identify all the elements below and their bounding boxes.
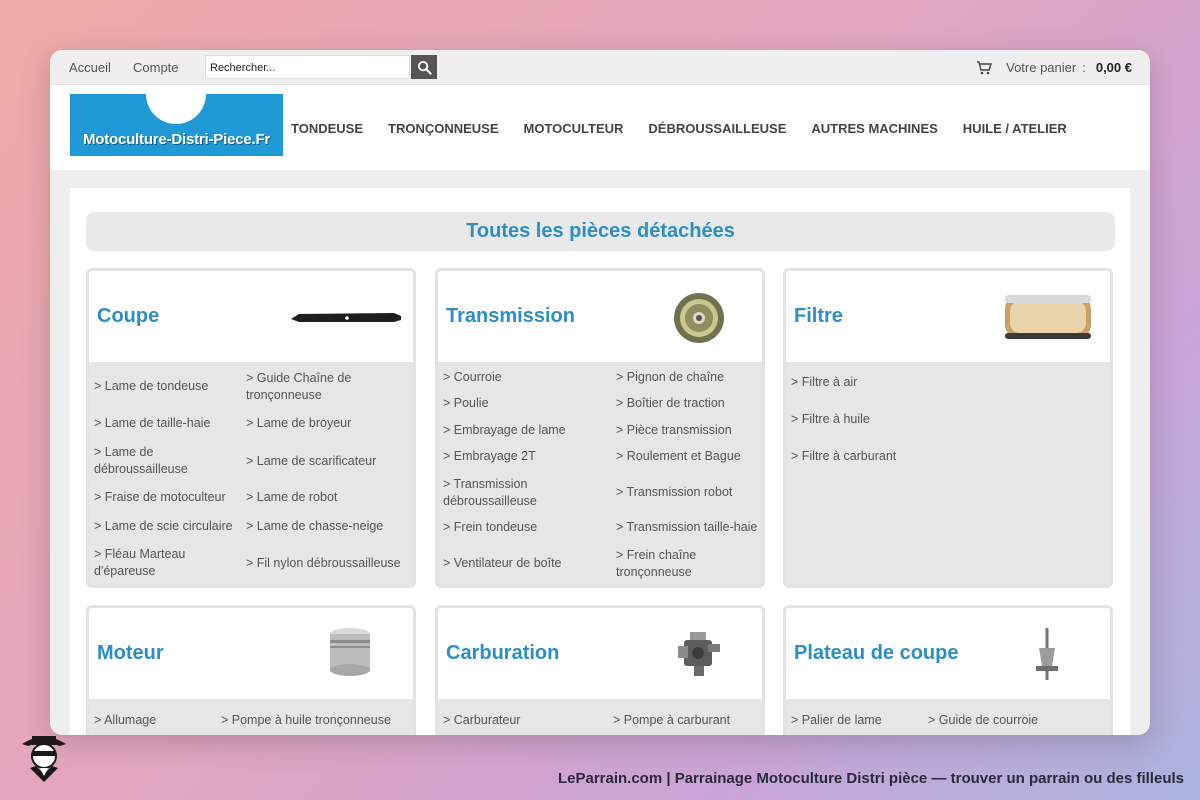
category-link[interactable]: > Allumage	[94, 712, 156, 729]
search-button[interactable]	[411, 55, 437, 79]
card-title[interactable]: Carburation	[446, 642, 559, 665]
leparrain-mascot-icon	[22, 736, 66, 782]
category-link[interactable]: > Frein tondeuse	[443, 519, 537, 536]
pulley-icon	[674, 293, 724, 343]
category-link[interactable]: > Roulement et Bague	[616, 448, 741, 465]
logo-circle	[146, 94, 206, 124]
nav-tondeuse[interactable]: TONDEUSE	[291, 121, 363, 136]
card-title[interactable]: Plateau de coupe	[794, 642, 959, 665]
card-header[interactable]: Moteur	[89, 608, 413, 699]
card-header[interactable]: Transmission	[438, 271, 762, 362]
card-title[interactable]: Moteur	[97, 642, 164, 665]
card-header[interactable]: Carburation	[438, 608, 762, 699]
category-link[interactable]: > Embrayage de lame	[443, 422, 566, 439]
card-header[interactable]: Coupe	[89, 271, 413, 362]
cart-label: Votre panier	[1006, 60, 1077, 75]
mower-blade-icon	[291, 313, 401, 322]
card-header[interactable]: Filtre	[786, 271, 1110, 362]
search-input[interactable]: Rechercher...	[205, 55, 410, 79]
category-link[interactable]: > Lame de taille-haie	[94, 415, 210, 432]
category-link[interactable]: > Frein chaîne tronçonneuse	[616, 547, 756, 581]
nav-huile-atelier[interactable]: HUILE / ATELIER	[963, 121, 1067, 136]
category-link[interactable]: > Carburateur	[443, 712, 520, 729]
category-link[interactable]: > Fraise de motoculteur	[94, 489, 226, 506]
card-header[interactable]: Plateau de coupe	[786, 608, 1110, 699]
category-link[interactable]: > Guide Chaîne de tronçonneuse	[246, 370, 406, 404]
category-link[interactable]: > Transmission taille-haie	[616, 519, 757, 536]
category-link[interactable]: > Lame de broyeur	[246, 415, 351, 432]
nav-motoculteur[interactable]: MOTOCULTEUR	[524, 121, 624, 136]
cart-icon	[977, 60, 993, 74]
card-title[interactable]: Filtre	[794, 305, 843, 328]
cart-widget[interactable]: Votre panier : 0,00 €	[976, 60, 1132, 75]
category-link[interactable]: > Pièce transmission	[616, 422, 732, 439]
footer-caption: LeParrain.com | Parrainage Motoculture D…	[557, 770, 1184, 787]
category-link[interactable]: > Palier de lame	[791, 712, 882, 729]
piston-icon	[330, 628, 370, 676]
category-link[interactable]: > Lame de robot	[246, 489, 337, 506]
category-link[interactable]: > Fil nylon débroussailleuse	[246, 555, 401, 572]
category-link[interactable]: > Lame de débroussailleuse	[94, 444, 234, 478]
cart-total: 0,00 €	[1095, 60, 1132, 75]
category-link[interactable]: > Filtre à air	[791, 374, 857, 391]
page-title: Toutes les pièces détachées	[86, 212, 1115, 251]
top-bar: Accueil Compte Rechercher... Votre panie…	[50, 50, 1150, 85]
category-link[interactable]: > Filtre à carburant	[791, 448, 896, 465]
account-link[interactable]: Compte	[133, 60, 179, 75]
search-icon	[417, 60, 432, 75]
nav-tronconneuse[interactable]: TRONÇONNEUSE	[388, 121, 499, 136]
category-link[interactable]: > Lame de scarificateur	[246, 453, 376, 470]
category-link[interactable]: > Fléau Marteau d'épareuse	[94, 546, 234, 580]
category-card-moteur: Moteur > Allumage > Pompe à huile tronço…	[86, 605, 416, 735]
category-link[interactable]: > Transmission robot	[616, 484, 732, 501]
category-link[interactable]: > Poulie	[443, 395, 489, 412]
category-link[interactable]: > Lame de scie circulaire	[94, 518, 233, 535]
spindle-icon	[1036, 628, 1058, 680]
category-link[interactable]: > Transmission débroussailleuse	[443, 476, 593, 510]
card-title[interactable]: Coupe	[97, 305, 159, 328]
nav-autres-machines[interactable]: AUTRES MACHINES	[811, 121, 937, 136]
main-nav: TONDEUSE TRONÇONNEUSE MOTOCULTEUR DÉBROU…	[291, 121, 1067, 136]
category-link[interactable]: > Guide de courroie	[928, 712, 1038, 729]
category-link[interactable]: > Pompe à huile tronçonneuse	[221, 712, 391, 729]
category-link[interactable]: > Lame de chasse-neige	[246, 518, 383, 535]
air-filter-icon	[1005, 295, 1091, 339]
category-link[interactable]: > Courroie	[443, 369, 502, 386]
logo-text: Motoculture-Distri-Piece.Fr	[82, 131, 271, 148]
category-link[interactable]: > Boîtier de traction	[616, 395, 725, 412]
site-logo[interactable]: Motoculture-Distri-Piece.Fr	[70, 94, 283, 156]
category-card-plateau-de-coupe: Plateau de coupe > Palier de lame > Guid…	[783, 605, 1113, 735]
category-link[interactable]: > Filtre à huile	[791, 411, 870, 428]
category-card-transmission: Transmission > Courroie > Poulie > Embra…	[435, 268, 765, 588]
category-link[interactable]: > Embrayage 2T	[443, 448, 536, 465]
category-link[interactable]: > Pompe à carburant	[613, 712, 730, 729]
category-link[interactable]: > Lame de tondeuse	[94, 378, 208, 395]
category-link[interactable]: > Pignon de chaîne	[616, 369, 724, 386]
card-title[interactable]: Transmission	[446, 305, 575, 328]
cart-separator: :	[1082, 60, 1086, 75]
main-content: Toutes les pièces détachées Coupe > Lame…	[70, 188, 1130, 735]
site-header: Motoculture-Distri-Piece.Fr TONDEUSE TRO…	[50, 85, 1150, 170]
category-card-carburation: Carburation > Carburateur > Pompe à carb…	[435, 605, 765, 735]
nav-debroussailleuse[interactable]: DÉBROUSSAILLEUSE	[648, 121, 786, 136]
category-card-coupe: Coupe > Lame de tondeuse > Lame de taill…	[86, 268, 416, 588]
category-link[interactable]: > Ventilateur de boîte	[443, 555, 562, 572]
browser-window: Accueil Compte Rechercher... Votre panie…	[50, 50, 1150, 735]
home-link[interactable]: Accueil	[69, 60, 111, 75]
carburetor-icon	[678, 632, 720, 676]
category-card-filtre: Filtre > Filtre à air > Filtre à huile >…	[783, 268, 1113, 588]
